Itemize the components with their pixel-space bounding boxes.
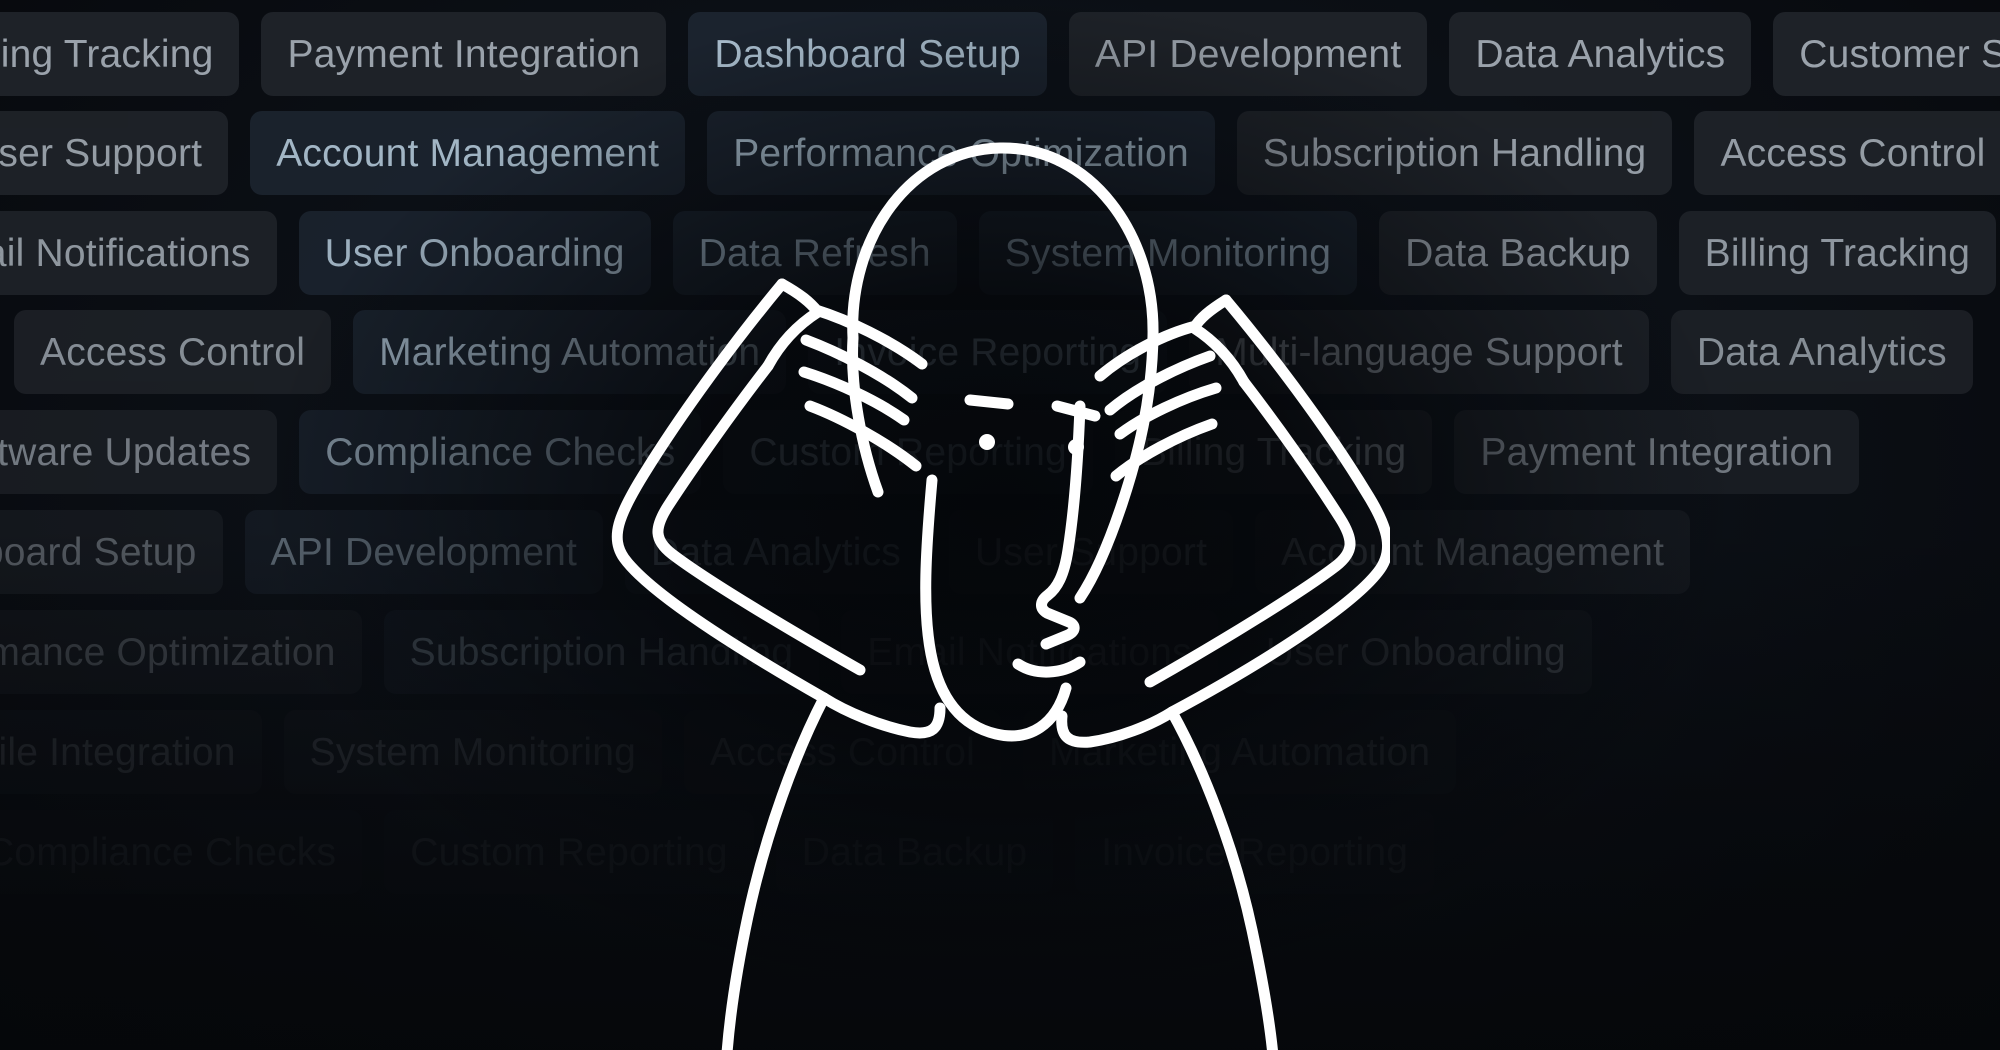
tag-chip[interactable]: Access Control <box>14 310 332 394</box>
tag-row: User SupportAccount ManagementPerformanc… <box>0 111 2000 195</box>
tag-chip[interactable]: Custom Reporting <box>384 810 754 894</box>
tag-cloud: Billing TrackingPayment IntegrationDashb… <box>0 0 2000 1050</box>
tag-chip[interactable]: Data Analytics <box>1670 310 1973 394</box>
tag-chip[interactable]: Account Management <box>250 111 686 195</box>
tag-chip[interactable]: Data Analytics <box>1449 12 1752 96</box>
tag-chip[interactable]: System Monitoring <box>283 710 662 794</box>
tag-chip[interactable]: Email Notifications <box>0 211 277 295</box>
tag-chip[interactable]: Software Updates <box>0 410 278 494</box>
tag-chip[interactable]: Email Notifications <box>841 610 1218 694</box>
tag-chip[interactable]: User Onboarding <box>1239 610 1592 694</box>
tag-chip[interactable]: Data Analytics <box>625 510 927 594</box>
tag-chip[interactable]: User Support <box>0 111 229 195</box>
tag-chip[interactable]: Access Control <box>1694 111 2000 195</box>
tag-overload-scene: Billing TrackingPayment IntegrationDashb… <box>0 0 2000 1050</box>
tag-chip[interactable]: Invoice Reporting <box>808 310 1168 394</box>
tag-chip[interactable]: Dashboard Setup <box>0 510 223 594</box>
tag-chip[interactable]: Access Control <box>683 710 1002 794</box>
tag-chip[interactable]: Billing Tracking <box>0 12 240 96</box>
tag-chip[interactable]: User Support <box>948 510 1234 594</box>
tag-chip[interactable]: Invoice Reporting <box>1075 810 1435 894</box>
tag-chip[interactable]: Account Management <box>1255 510 1691 594</box>
tag-chip[interactable]: Customer Support <box>1773 12 2000 96</box>
tag-chip[interactable]: Performance Optimization <box>0 610 362 694</box>
tag-chip[interactable]: Billing Tracking <box>1114 410 1433 494</box>
tag-chip[interactable]: System Monitoring <box>978 211 1358 295</box>
tag-chip[interactable]: API Development <box>244 510 604 594</box>
tag-row: Email NotificationsUser OnboardingData R… <box>0 211 2000 295</box>
tag-chip[interactable]: Performance Optimization <box>707 111 1215 195</box>
tag-chip[interactable]: Marketing Automation <box>353 310 787 394</box>
tag-chip[interactable]: Subscription Handling <box>383 610 820 694</box>
tag-chip[interactable]: Multi-language Support <box>1189 310 1649 394</box>
tag-row: Software UpdatesCompliance ChecksCustom … <box>0 410 1881 494</box>
tag-chip[interactable]: Custom Reporting <box>723 410 1093 494</box>
tag-chip[interactable]: Data Backup <box>775 810 1054 894</box>
tag-row: Billing TrackingPayment IntegrationDashb… <box>0 12 2000 96</box>
tag-row: Mobile IntegrationSystem MonitoringAcces… <box>0 710 1478 794</box>
tag-row: Performance OptimizationSubscription Han… <box>0 610 1614 694</box>
tag-chip[interactable]: Payment Integration <box>261 12 667 96</box>
tag-chip[interactable]: Billing Tracking <box>1678 211 1997 295</box>
tag-chip[interactable]: Compliance Checks <box>299 410 702 494</box>
tag-chip[interactable]: Mobile Integration <box>0 710 262 794</box>
tag-row: Access Control Marketing Automation Invoic… <box>14 310 1995 394</box>
tag-chip[interactable]: Data Backup <box>1379 211 1657 295</box>
tag-chip[interactable]: Data Refresh <box>672 211 957 295</box>
tag-row: Dashboard SetupAPI DevelopmentData Analy… <box>0 510 1712 594</box>
tag-chip[interactable]: Compliance Checks <box>0 810 363 894</box>
tag-chip[interactable]: Payment Integration <box>1454 410 1860 494</box>
tag-chip[interactable]: Marketing Automation <box>1023 710 1457 794</box>
tag-chip[interactable]: Subscription Handling <box>1236 111 1673 195</box>
tag-chip[interactable]: User Onboarding <box>298 211 651 295</box>
tag-row: Compliance Checks Custom Reporting Data Ba… <box>0 810 1456 894</box>
tag-chip[interactable]: API Development <box>1068 12 1428 96</box>
tag-chip[interactable]: Dashboard Setup <box>688 12 1047 96</box>
